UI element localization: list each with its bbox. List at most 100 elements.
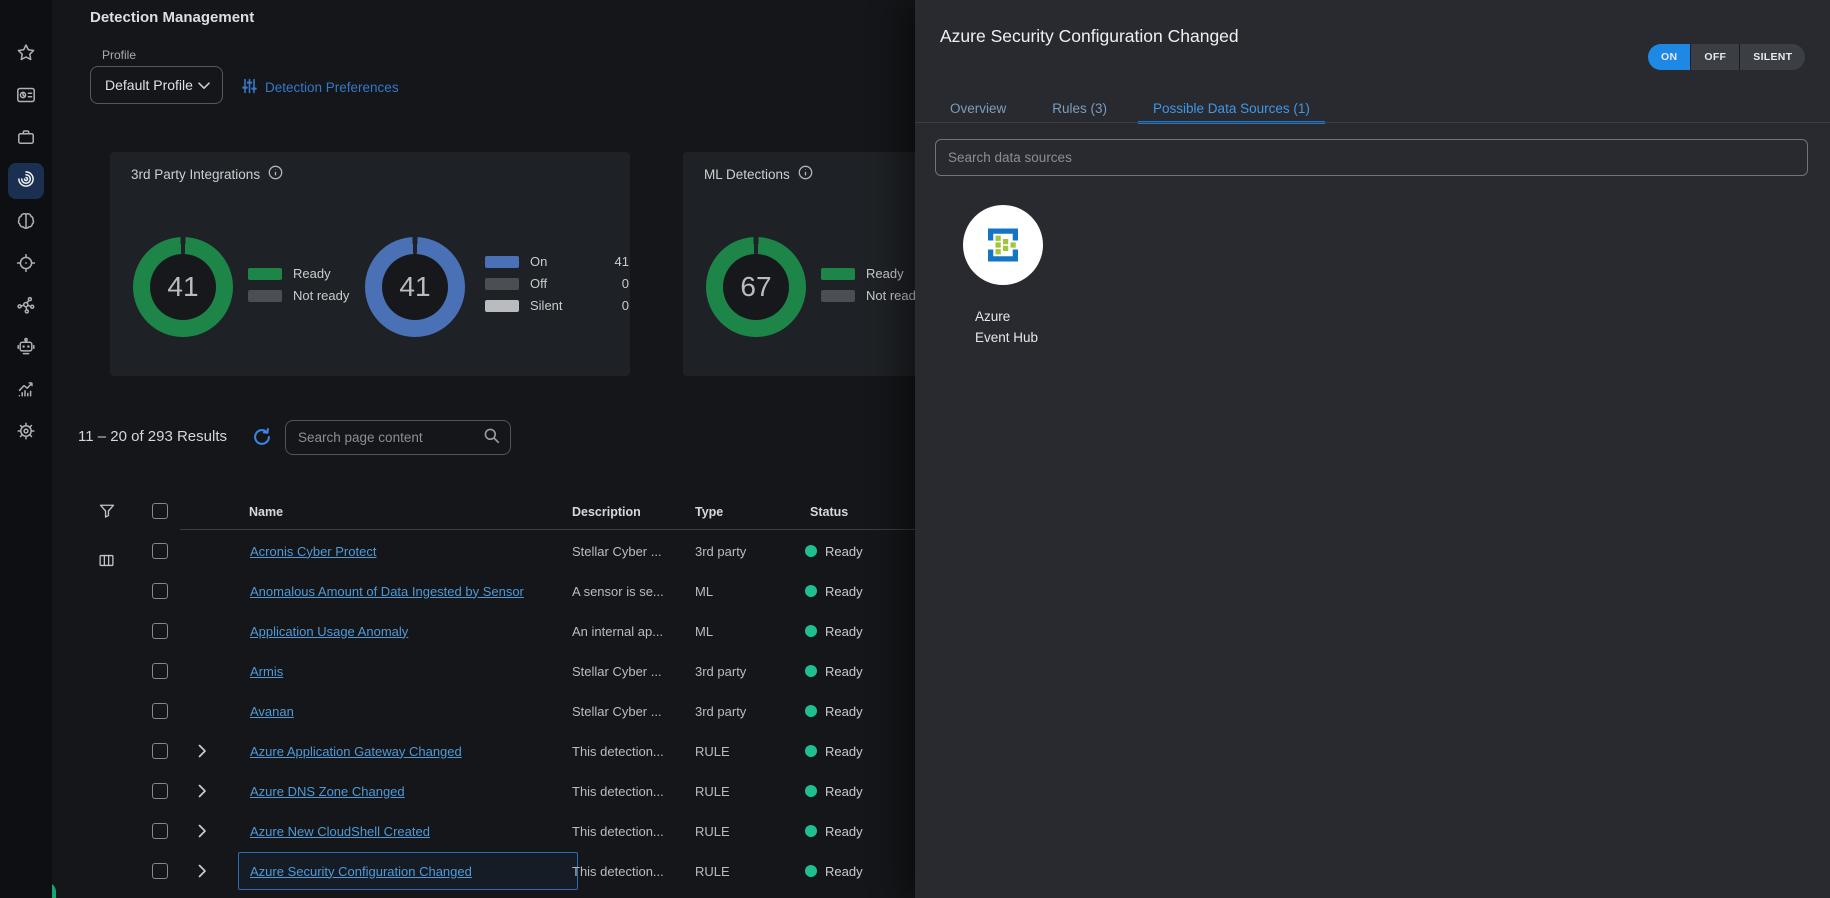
sidebar-item-hunting[interactable] bbox=[8, 247, 44, 283]
status-dot-icon bbox=[805, 745, 817, 757]
table-row: Azure Application Gateway Changed This d… bbox=[52, 731, 915, 771]
tab-overview[interactable]: Overview bbox=[935, 94, 1021, 122]
row-status-label: Ready bbox=[825, 784, 863, 799]
results-count: 11 – 20 of 293 Results bbox=[78, 428, 227, 445]
row-type: RULE bbox=[695, 731, 790, 771]
profile-dropdown-value: Default Profile bbox=[105, 77, 193, 93]
row-status: Ready bbox=[805, 571, 863, 611]
sidebar-item-reports[interactable] bbox=[8, 373, 44, 409]
sidebar-item-correlation[interactable] bbox=[8, 289, 44, 325]
row-status: Ready bbox=[805, 851, 863, 891]
table-body: Acronis Cyber Protect Stellar Cyber ... … bbox=[52, 531, 915, 891]
robot-icon bbox=[16, 337, 36, 362]
detection-preferences-link[interactable]: Detection Preferences bbox=[242, 78, 399, 97]
row-name-link[interactable]: Application Usage Anomaly bbox=[250, 624, 408, 639]
tabs-divider bbox=[915, 122, 1830, 123]
info-icon[interactable] bbox=[798, 165, 813, 183]
row-description: This detection... bbox=[572, 811, 684, 851]
sidebar-item-detections[interactable] bbox=[8, 163, 44, 199]
row-name-link[interactable]: Armis bbox=[250, 664, 283, 679]
row-type: RULE bbox=[695, 771, 790, 811]
data-source-search-input[interactable] bbox=[948, 150, 1795, 165]
sidebar-item-ml[interactable] bbox=[8, 205, 44, 241]
row-checkbox[interactable] bbox=[152, 783, 168, 799]
toggle-silent-button[interactable]: SILENT bbox=[1739, 44, 1805, 70]
refresh-icon[interactable] bbox=[252, 427, 272, 447]
table-row: Acronis Cyber Protect Stellar Cyber ... … bbox=[52, 531, 915, 571]
row-description: An internal ap... bbox=[572, 611, 684, 651]
row-status-label: Ready bbox=[825, 544, 863, 559]
toggle-off-button[interactable]: OFF bbox=[1690, 44, 1739, 70]
row-status: Ready bbox=[805, 771, 863, 811]
profile-dropdown[interactable]: Default Profile bbox=[90, 66, 223, 104]
page-search-input[interactable] bbox=[298, 430, 483, 445]
status-dot-icon bbox=[805, 785, 817, 797]
row-status-label: Ready bbox=[825, 624, 863, 639]
sidebar-item-favorites[interactable] bbox=[8, 37, 44, 73]
table-row: Anomalous Amount of Data Ingested by Sen… bbox=[52, 571, 915, 611]
legend-swatch bbox=[821, 268, 855, 280]
data-source-tile[interactable]: Azure Event Hub bbox=[963, 205, 1075, 348]
toggle-on-button[interactable]: ON bbox=[1648, 44, 1690, 70]
row-name-link[interactable]: Avanan bbox=[250, 704, 294, 719]
status-dot-icon bbox=[805, 865, 817, 877]
dashboard-icon bbox=[16, 85, 36, 110]
row-checkbox[interactable] bbox=[152, 623, 168, 639]
row-name-cell: Acronis Cyber Protect bbox=[238, 532, 578, 570]
row-type: 3rd party bbox=[695, 531, 790, 571]
row-name-link[interactable]: Anomalous Amount of Data Ingested by Sen… bbox=[250, 584, 524, 599]
third-party-integrations-card: 3rd Party Integrations 41 Ready41 Not re… bbox=[110, 152, 630, 376]
table-row: Avanan Stellar Cyber ... 3rd party Ready bbox=[52, 691, 915, 731]
sidebar-item-cases[interactable] bbox=[8, 121, 44, 157]
select-all-checkbox[interactable] bbox=[152, 503, 168, 519]
table-header-divider bbox=[180, 529, 915, 530]
chevron-right-icon[interactable] bbox=[198, 784, 207, 803]
row-name-link[interactable]: Azure Application Gateway Changed bbox=[250, 744, 462, 759]
row-name-cell: Azure Application Gateway Changed bbox=[238, 732, 578, 770]
table-row: Azure DNS Zone Changed This detection...… bbox=[52, 771, 915, 811]
chevron-right-icon[interactable] bbox=[198, 864, 207, 883]
column-header-type[interactable]: Type bbox=[695, 505, 723, 519]
detection-preferences-label: Detection Preferences bbox=[265, 80, 399, 95]
info-icon[interactable] bbox=[268, 165, 283, 183]
row-checkbox[interactable] bbox=[152, 743, 168, 759]
sidebar bbox=[0, 0, 52, 898]
column-header-status[interactable]: Status bbox=[810, 505, 848, 519]
row-name-link[interactable]: Azure DNS Zone Changed bbox=[250, 784, 405, 799]
row-description: Stellar Cyber ... bbox=[572, 691, 684, 731]
chevron-right-icon[interactable] bbox=[198, 824, 207, 843]
row-checkbox[interactable] bbox=[152, 663, 168, 679]
row-checkbox[interactable] bbox=[152, 703, 168, 719]
sidebar-item-automation[interactable] bbox=[8, 331, 44, 367]
column-header-description[interactable]: Description bbox=[572, 505, 641, 519]
on-off-donut-chart: 41 bbox=[365, 237, 465, 337]
tab-possible-data-sources[interactable]: Possible Data Sources (1) bbox=[1138, 94, 1325, 122]
state-toggle: ON OFF SILENT bbox=[1648, 44, 1805, 70]
row-name-link[interactable]: Acronis Cyber Protect bbox=[250, 544, 376, 559]
row-checkbox[interactable] bbox=[152, 583, 168, 599]
chevron-right-icon[interactable] bbox=[198, 744, 207, 763]
row-status-label: Ready bbox=[825, 704, 863, 719]
row-status-label: Ready bbox=[825, 664, 863, 679]
column-header-name[interactable]: Name bbox=[249, 505, 283, 519]
data-source-search bbox=[935, 139, 1808, 176]
legend-swatch bbox=[821, 290, 855, 302]
row-checkbox[interactable] bbox=[152, 823, 168, 839]
page-search bbox=[285, 420, 511, 455]
crosshair-icon bbox=[16, 253, 36, 278]
row-description: This detection... bbox=[572, 851, 684, 891]
tab-rules[interactable]: Rules (3) bbox=[1037, 94, 1122, 122]
legend-swatch bbox=[485, 300, 519, 312]
sidebar-item-dashboards[interactable] bbox=[8, 79, 44, 115]
status-dot-icon bbox=[805, 545, 817, 557]
search-icon bbox=[483, 427, 500, 449]
row-checkbox[interactable] bbox=[152, 543, 168, 559]
panel-title: Azure Security Configuration Changed bbox=[940, 26, 1239, 47]
row-name-link[interactable]: Azure New CloudShell Created bbox=[250, 824, 430, 839]
row-name-cell: Avanan bbox=[238, 692, 578, 730]
row-checkbox[interactable] bbox=[152, 863, 168, 879]
row-name-link[interactable]: Azure Security Configuration Changed bbox=[250, 864, 472, 879]
card-title: ML Detections bbox=[704, 167, 790, 182]
sidebar-item-settings[interactable] bbox=[8, 415, 44, 451]
ml-ready-donut-chart: 67 bbox=[706, 237, 806, 337]
